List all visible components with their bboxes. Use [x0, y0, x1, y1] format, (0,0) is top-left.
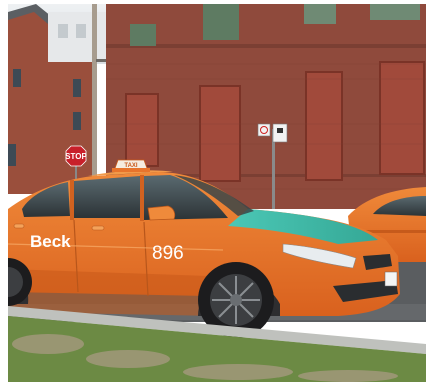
- license-plate: [384, 271, 398, 287]
- rear-door-window: [74, 176, 140, 218]
- distant-building: [48, 12, 106, 62]
- taxi-brand-logo: Beck: [30, 232, 71, 251]
- stop-sign-text: STOP: [65, 152, 87, 161]
- roof-sign-text: TAXI: [124, 163, 138, 169]
- scene-svg: STOP TAXI Beck 896: [8, 4, 426, 382]
- roof-sign: TAXI: [112, 159, 150, 172]
- utility-pole: [92, 4, 97, 194]
- taxi-fleet-number: 896: [152, 243, 184, 264]
- photo-scene: STOP TAXI Beck 896: [8, 4, 426, 382]
- side-mirror: [147, 205, 176, 221]
